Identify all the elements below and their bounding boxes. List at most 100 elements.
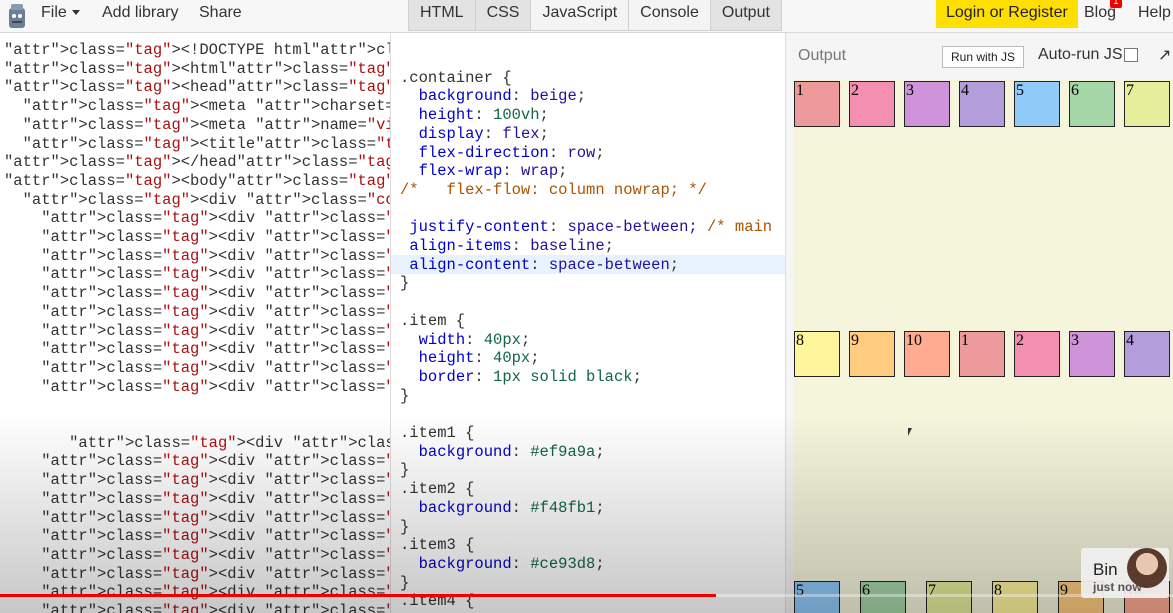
html-code-line: "attr">class="tag"><meta "attr">charset=… — [22, 97, 391, 116]
css-code-block[interactable]: ​.container { background: beige; height:… — [400, 50, 772, 611]
html-code-line: "attr">class="tag"><div "attr">class="it… — [41, 452, 390, 471]
output-item-box: 9 — [849, 331, 895, 377]
html-code-line: ​ — [4, 396, 390, 415]
css-code-line: .container { — [400, 68, 512, 87]
avatar — [1127, 548, 1167, 588]
css-code-line: } — [400, 386, 410, 405]
output-item-box: 7 — [1124, 81, 1170, 127]
css-code-line: ​ — [400, 200, 772, 219]
add-library-menu[interactable]: Add library — [102, 4, 178, 22]
tab-javascript[interactable]: JavaScript — [531, 0, 630, 30]
output-item-box: 3 — [904, 81, 950, 127]
output-item-box: 7 — [926, 581, 972, 613]
panel-tabs: HTML CSS JavaScript Console Output — [408, 0, 782, 31]
chat-name: Bin — [1093, 560, 1118, 579]
html-code-line: "attr">class="tag"><div "attr">class="it… — [41, 489, 390, 508]
help-link[interactable]: Help — [1138, 4, 1171, 22]
html-code-line: "attr">class="tag"><div "attr">class="it… — [41, 471, 390, 490]
css-code-line: width: 40px; — [418, 330, 531, 349]
output-panel: Output Run with JS Auto-run JS ↗ 1234567… — [786, 33, 1173, 613]
output-item-box: 6 — [860, 581, 906, 613]
html-code-line: "attr">class="tag"><div "attr">class="it… — [41, 302, 390, 321]
top-bar: File Add library Share HTML CSS JavaScri… — [0, 0, 1173, 33]
css-code-line: ​ — [400, 50, 772, 69]
html-code-line: "attr">class="tag"><div "attr">class="it… — [41, 602, 390, 613]
html-code-block[interactable]: "attr">class="tag"><!DOCTYPE html"attr">… — [4, 41, 391, 613]
output-item-box: 8 — [794, 331, 840, 377]
login-register-button[interactable]: Login or Register — [936, 0, 1078, 28]
arrow-popout-icon[interactable]: ↗ — [1158, 45, 1171, 65]
html-code-line: "attr">class="tag"><div "attr">class="it… — [41, 209, 390, 228]
css-code-line: .item2 { — [400, 480, 475, 499]
output-item-box: 1 — [794, 81, 840, 127]
html-code-line: "attr">class="tag"><div "attr">class="it… — [41, 564, 390, 583]
output-item-box: 4 — [1124, 331, 1170, 377]
css-code-line: /* flex-flow: column nowrap; */ — [400, 180, 707, 199]
css-code-line: display: flex; — [418, 124, 549, 143]
html-editor[interactable]: "attr">class="tag"><!DOCTYPE html"attr">… — [0, 33, 391, 613]
css-code-line: .item3 { — [400, 536, 475, 555]
output-item-box: 10 — [904, 331, 950, 377]
html-code-line: "attr">class="tag"><div "attr">class="it… — [41, 545, 390, 564]
css-code-line: justify-content: space-between; /* main — [409, 218, 773, 237]
tab-output[interactable]: Output — [710, 0, 781, 30]
tab-css[interactable]: CSS — [475, 0, 532, 30]
html-code-line: "attr">class="tag"><div "attr">class="it… — [41, 377, 390, 396]
html-code-line: "attr">class="tag"><div "attr">class="it… — [41, 527, 390, 546]
autorun-label: Auto-run JS — [1038, 46, 1123, 63]
html-code-line: "attr">class="tag"><div "attr">class="it… — [41, 246, 390, 265]
css-code-line: align-content: space-between; — [409, 255, 680, 274]
output-title: Output — [798, 47, 847, 64]
css-code-line: border: 1px solid black; — [418, 367, 642, 386]
css-code-line: align-items: baseline; — [409, 237, 614, 256]
css-code-line: } — [400, 461, 410, 480]
html-code-line: "attr">class="tag"><div "attr">class="it… — [41, 228, 390, 247]
mouse-cursor-icon — [908, 428, 912, 436]
output-item-box: 3 — [1069, 331, 1115, 377]
html-code-line: "attr">class="tag"><meta "attr">name="vi… — [22, 115, 390, 134]
file-menu[interactable]: File — [41, 4, 80, 22]
css-code-line: } — [400, 573, 410, 592]
css-code-line: .item1 { — [400, 424, 475, 443]
html-code-line: "attr">class="tag"><div "attr">class="it… — [41, 583, 390, 602]
output-item-box: 5 — [1014, 81, 1060, 127]
css-code-line: flex-wrap: wrap; — [418, 162, 568, 181]
html-code-line: "attr">class="tag"><title"attr">class="t… — [22, 134, 390, 153]
css-code-line: flex-direction: row; — [418, 143, 605, 162]
html-code-line: "attr">class="tag"><div "attr">class="it… — [41, 284, 390, 303]
jsbin-logo-icon[interactable] — [6, 2, 28, 30]
output-item-box: 5 — [794, 581, 840, 613]
html-code-line: "attr">class="tag"><head"attr">class="ta… — [4, 78, 391, 97]
css-code-line: } — [400, 517, 410, 536]
run-with-js-button[interactable]: Run with JS — [942, 46, 1024, 68]
html-code-line: "attr">class="tag"><!DOCTYPE html"attr">… — [4, 41, 390, 59]
video-progress-bar[interactable] — [0, 594, 716, 597]
file-menu-label: File — [41, 4, 67, 21]
autorun-checkbox[interactable] — [1124, 48, 1138, 62]
html-code-line: "attr">class="tag"><div "attr">class="it… — [41, 508, 390, 527]
html-code-line: "attr">class="tag"><html"attr">class="ta… — [4, 59, 391, 78]
css-code-line: ​ — [400, 293, 772, 312]
chevron-down-icon — [71, 10, 80, 16]
output-item-box: 1 — [959, 331, 1005, 377]
css-code-line: ​ — [400, 405, 772, 424]
html-code-line: ​ — [4, 415, 390, 434]
html-code-line: "attr">class="tag"><div "attr">class="it… — [69, 433, 390, 452]
share-menu[interactable]: Share — [199, 4, 242, 22]
output-item-box: 6 — [1069, 81, 1115, 127]
output-item-box: 2 — [849, 81, 895, 127]
output-container: 1234567891012345678910 — [794, 79, 1173, 613]
tab-console[interactable]: Console — [629, 0, 711, 30]
output-item-box: 2 — [1014, 331, 1060, 377]
css-code-line: height: 40px; — [418, 349, 540, 368]
css-code-line: background: #f48fb1; — [418, 498, 605, 517]
output-item-box: 4 — [959, 81, 1005, 127]
css-code-line: } — [400, 274, 410, 293]
chat-notification[interactable]: Bin just now — [1081, 548, 1169, 598]
css-editor[interactable]: ​.container { background: beige; height:… — [391, 33, 786, 613]
html-code-line: "attr">class="tag"><div "attr">class="it… — [41, 340, 390, 359]
blog-notification-badge: 1 — [1110, 0, 1122, 8]
html-code-line: "attr">class="tag"><div "attr">class="it… — [41, 321, 390, 340]
css-code-line: background: #ce93d8; — [418, 554, 605, 573]
tab-html[interactable]: HTML — [409, 0, 476, 30]
